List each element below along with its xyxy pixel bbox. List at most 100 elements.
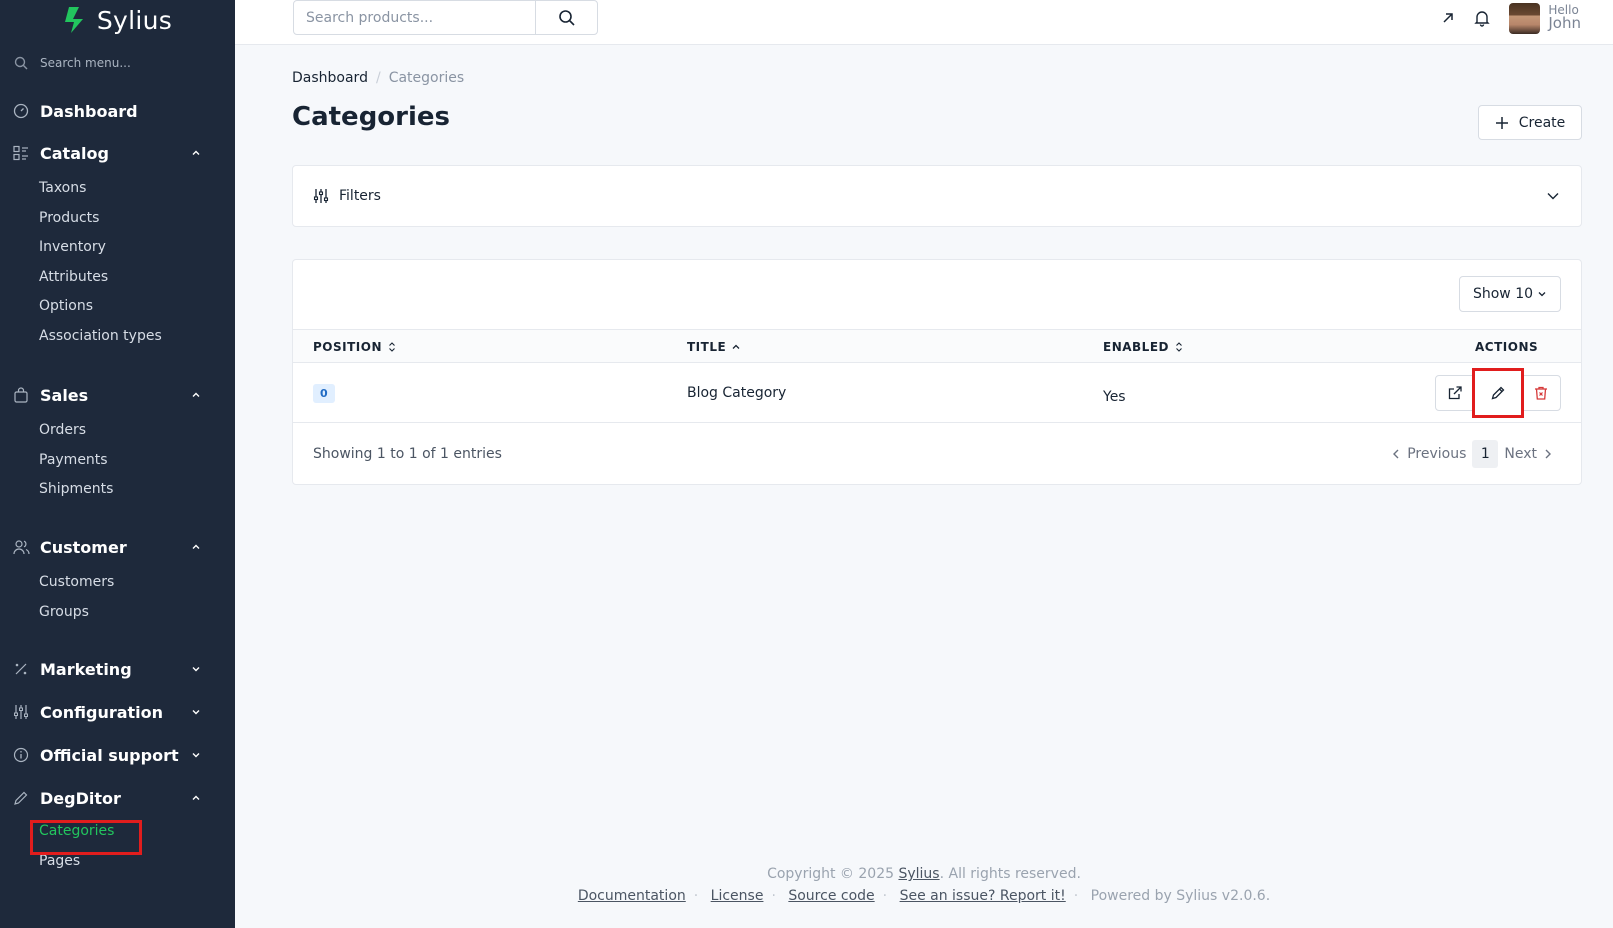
highlight-box-categories (30, 820, 142, 855)
menu-search (0, 48, 235, 78)
nav-catalog-toggle[interactable]: Catalog (0, 138, 235, 168)
sort-icon (389, 342, 395, 352)
th-position[interactable]: POSITION (313, 330, 397, 364)
nav-customer: Customer Customers Groups (0, 532, 235, 627)
footer-link-documentation[interactable]: Documentation (578, 888, 686, 904)
breadcrumb: Dashboard / Categories (292, 70, 464, 86)
nav-customer-label: Customer (40, 537, 127, 557)
info-icon (12, 746, 30, 764)
product-search-input[interactable] (294, 1, 535, 34)
pagination-previous[interactable]: Previous (1391, 446, 1466, 462)
delete-button[interactable] (1521, 375, 1561, 411)
sidebar: Sylius Dashboard Catalog Taxons Products… (0, 0, 235, 928)
external-arrow-icon[interactable] (1441, 11, 1455, 25)
pagination-next[interactable]: Next (1504, 446, 1553, 462)
cell-position: 0 (313, 363, 335, 423)
sort-asc-icon (732, 344, 740, 349)
pagination-page-current[interactable]: 1 (1472, 440, 1499, 468)
pagination-previous-label: Previous (1407, 446, 1467, 462)
sidebar-item-options[interactable]: Options (0, 292, 235, 322)
breadcrumb-current: Categories (388, 70, 465, 86)
bell-icon[interactable] (1473, 9, 1491, 27)
nav-sales: Sales Orders Payments Shipments (0, 380, 235, 505)
filters-panel[interactable]: Filters (292, 165, 1582, 227)
show-per-page-dropdown[interactable]: Show 10 (1459, 276, 1561, 312)
pencil-icon (1491, 386, 1505, 400)
catalog-icon (12, 144, 30, 162)
position-badge: 0 (313, 383, 335, 403)
nav-dashboard[interactable]: Dashboard (0, 96, 235, 126)
pagination-next-label: Next (1504, 446, 1537, 462)
external-link-icon (1448, 386, 1462, 400)
nav-configuration: Configuration (0, 697, 235, 727)
row-actions (1435, 368, 1561, 418)
nav-marketing-label: Marketing (40, 659, 132, 679)
chevron-left-icon (1393, 449, 1399, 459)
search-icon (14, 56, 28, 70)
sidebar-item-groups[interactable]: Groups (0, 598, 235, 628)
pagination: Previous 1 Next (1391, 423, 1553, 485)
nav-official-support: Official support (0, 740, 235, 770)
footer-copyright: Copyright © 2025 Sylius. All rights rese… (235, 866, 1613, 882)
chevron-down-icon (192, 753, 200, 758)
avatar[interactable] (1509, 2, 1541, 34)
cell-enabled: Yes (1103, 389, 1126, 405)
chevron-down-icon (192, 667, 200, 672)
nav-sales-toggle[interactable]: Sales (0, 380, 235, 410)
footer-link-license[interactable]: License (711, 888, 764, 904)
user-name: John (1548, 14, 1581, 33)
th-enabled-label: ENABLED (1103, 340, 1169, 354)
nav-catalog: Catalog Taxons Products Inventory Attrib… (0, 138, 235, 351)
percent-icon (12, 660, 30, 678)
user-greeting[interactable]: Hello John (1548, 4, 1581, 32)
sidebar-item-customers[interactable]: Customers (0, 568, 235, 598)
sidebar-item-taxons[interactable]: Taxons (0, 174, 235, 204)
nav-customer-toggle[interactable]: Customer (0, 532, 235, 562)
product-search (293, 0, 598, 35)
sidebar-item-orders[interactable]: Orders (0, 416, 235, 446)
search-icon (558, 9, 575, 26)
breadcrumb-dashboard[interactable]: Dashboard (292, 70, 368, 86)
sylius-logo-icon (64, 7, 83, 33)
sidebar-item-products[interactable]: Products (0, 204, 235, 234)
trash-icon (1535, 386, 1547, 400)
nav-official-support-label: Official support (40, 745, 179, 765)
create-button-label: Create (1518, 114, 1566, 131)
nav-configuration-toggle[interactable]: Configuration (0, 697, 235, 727)
sidebar-item-shipments[interactable]: Shipments (0, 475, 235, 505)
brand-name: Sylius (96, 5, 173, 35)
chevron-up-icon (192, 544, 200, 549)
plus-icon (1495, 116, 1508, 129)
nav-sales-label: Sales (40, 385, 89, 405)
edit-button[interactable] (1472, 368, 1524, 418)
footer-links: Documentation · License · Source code · See… (577, 888, 1271, 904)
sliders-icon (313, 189, 329, 203)
menu-search-input[interactable] (40, 56, 220, 70)
topbar: Hello John (235, 0, 1613, 45)
filters-label: Filters (339, 188, 381, 204)
sidebar-item-attributes[interactable]: Attributes (0, 263, 235, 293)
footer-link-report-issue[interactable]: See an issue? Report it! (900, 888, 1066, 904)
copyright-pre: Copyright © 2025 (767, 866, 895, 882)
th-title-label: TITLE (687, 340, 727, 354)
brand[interactable]: Sylius (0, 0, 235, 40)
nav-official-support-toggle[interactable]: Official support (0, 740, 235, 770)
show-button[interactable] (1435, 375, 1475, 411)
th-enabled[interactable]: ENABLED (1103, 330, 1184, 364)
create-button[interactable]: Create (1478, 105, 1582, 140)
sidebar-item-association-types[interactable]: Association types (0, 322, 235, 352)
copyright-sylius-link[interactable]: Sylius (898, 866, 939, 882)
nav-marketing-toggle[interactable]: Marketing (0, 654, 235, 684)
sidebar-item-inventory[interactable]: Inventory (0, 233, 235, 263)
th-title[interactable]: TITLE (687, 330, 741, 364)
search-button[interactable] (535, 1, 597, 34)
footer-link-source-code[interactable]: Source code (788, 888, 874, 904)
th-position-label: POSITION (313, 340, 382, 354)
chevron-down-icon (1547, 193, 1559, 200)
categories-table: Show 10 POSITION TITLE ENABLED ACTIONS 0… (292, 259, 1582, 485)
chevron-up-icon (192, 150, 200, 155)
nav-degditor-toggle[interactable]: DegDitor (0, 783, 235, 813)
copyright-post: . All rights reserved. (939, 866, 1081, 882)
top-right: Hello John (1441, 0, 1581, 36)
sidebar-item-payments[interactable]: Payments (0, 446, 235, 476)
